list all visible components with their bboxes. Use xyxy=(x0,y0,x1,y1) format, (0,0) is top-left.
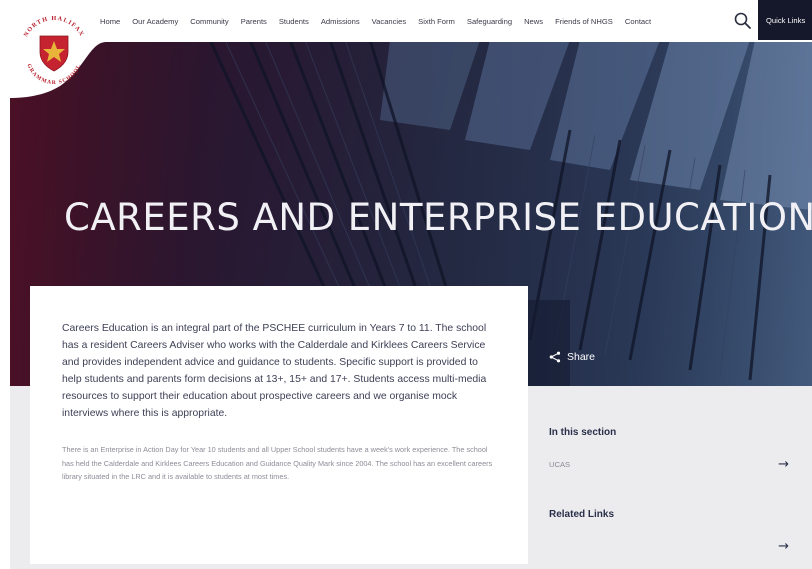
crest-text-top: NORTH HALIFAX xyxy=(22,15,84,38)
page-title: CAREERS AND ENTERPRISE EDUCATION xyxy=(64,196,812,239)
nav-parents[interactable]: Parents xyxy=(235,17,273,26)
share-label: Share xyxy=(567,351,596,363)
nav-students[interactable]: Students xyxy=(273,17,315,26)
nav-home[interactable]: Home xyxy=(94,17,126,26)
nav-our-academy[interactable]: Our Academy xyxy=(126,17,184,26)
content-card: Careers Education is an integral part of… xyxy=(30,286,528,564)
search-icon[interactable] xyxy=(733,11,753,31)
nav-friends-of-nhgs[interactable]: Friends of NHGS xyxy=(549,17,619,26)
nav-safeguarding[interactable]: Safeguarding xyxy=(461,17,518,26)
arrow-right-icon: → xyxy=(778,456,789,472)
nav-contact[interactable]: Contact xyxy=(619,17,657,26)
nav-admissions[interactable]: Admissions xyxy=(315,17,366,26)
share-button[interactable]: Share xyxy=(549,351,595,363)
share-icon xyxy=(549,351,561,363)
in-this-section-heading: In this section xyxy=(549,427,617,438)
main-navigation: Home Our Academy Community Parents Stude… xyxy=(94,0,657,42)
nav-community[interactable]: Community xyxy=(184,17,234,26)
arrow-right-icon: → xyxy=(778,538,789,554)
school-crest-logo[interactable]: NORTH HALIFAX GRAMMAR SCHOOL xyxy=(14,8,94,88)
svg-text:NORTH HALIFAX: NORTH HALIFAX xyxy=(22,15,85,38)
main-paragraph: Careers Education is an integral part of… xyxy=(62,323,487,419)
section-link-label: UCAS xyxy=(549,459,571,469)
nav-news[interactable]: News xyxy=(518,17,549,26)
page: CAREERS AND ENTERPRISE EDUCATION NORTH H… xyxy=(0,0,812,569)
left-margin xyxy=(0,0,10,569)
nav-vacancies[interactable]: Vacancies xyxy=(366,17,412,26)
nav-sixth-form[interactable]: Sixth Form xyxy=(412,17,461,26)
related-links-heading: Related Links xyxy=(549,509,615,520)
secondary-paragraph: There is an Enterprise in Action Day for… xyxy=(62,445,493,481)
quick-links-button[interactable]: Quick Links xyxy=(758,0,812,40)
section-link-ucas[interactable]: UCAS → xyxy=(549,456,789,472)
related-link-item[interactable]: → xyxy=(549,538,789,554)
